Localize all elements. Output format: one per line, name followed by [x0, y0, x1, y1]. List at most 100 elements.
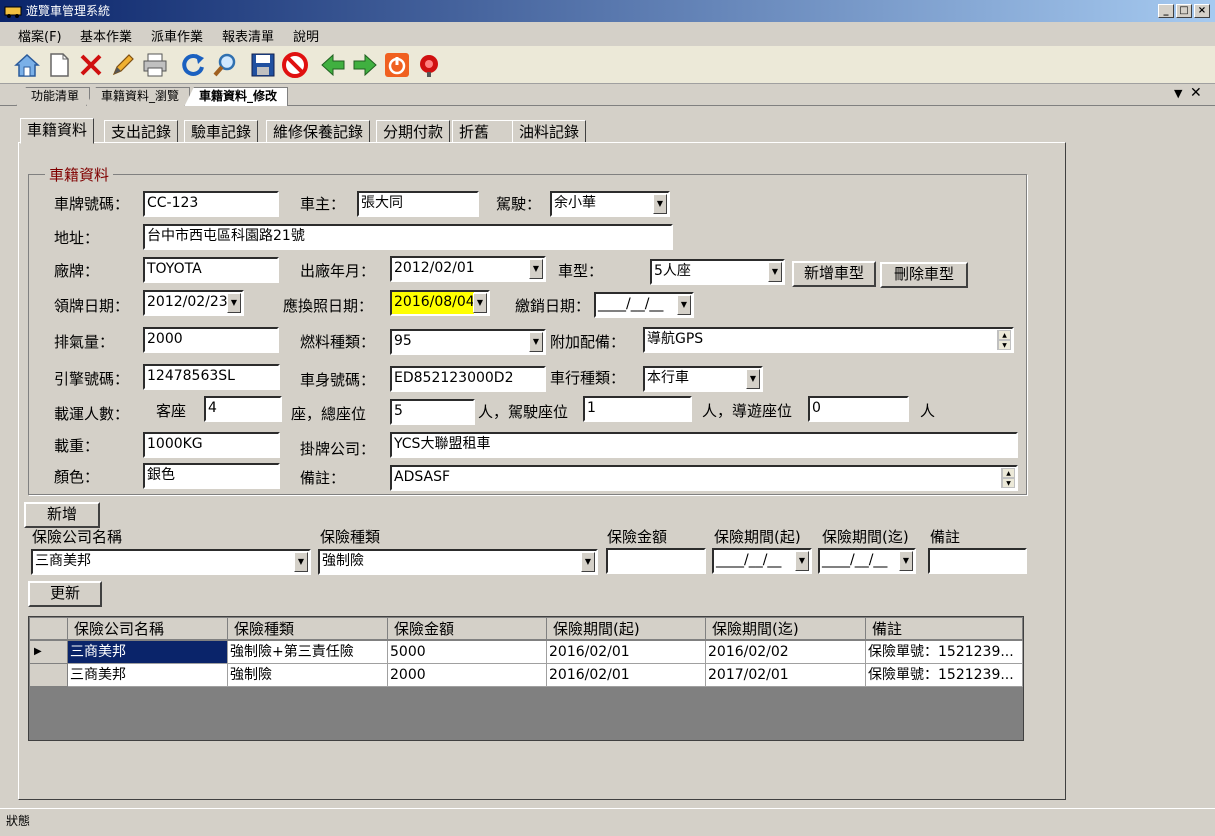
tab-dropdown-icon[interactable]: ▼ — [1174, 87, 1182, 100]
chevron-down-icon[interactable]: ▼ — [795, 551, 809, 571]
refresh-icon[interactable] — [178, 50, 208, 80]
driver-select[interactable]: 余小華 ▼ — [550, 191, 670, 217]
save-icon[interactable] — [248, 50, 278, 80]
column-header[interactable]: 保險期間(起) — [547, 618, 706, 640]
edit-pencil-icon[interactable] — [108, 50, 138, 80]
table-cell[interactable]: 保險單號：1521239... — [866, 664, 1023, 687]
company-type-select[interactable]: 本行車 ▼ — [643, 366, 763, 392]
search-icon[interactable] — [210, 50, 240, 80]
ins-memo-input[interactable] — [928, 548, 1027, 574]
print-icon[interactable] — [140, 50, 170, 80]
load-input[interactable]: 1000KG — [143, 432, 280, 458]
table-cell[interactable]: 5000 — [388, 641, 547, 664]
menu-help[interactable]: 說明 — [293, 26, 319, 45]
guest-seat-input[interactable]: 4 — [204, 396, 282, 422]
arrow-right-icon[interactable] — [350, 50, 380, 80]
table-cell[interactable]: 三商美邦 — [68, 641, 228, 664]
add-insurance-button[interactable]: 新增 — [24, 502, 100, 528]
ins-company-select[interactable]: 三商美邦 ▼ — [31, 549, 311, 575]
scroll-spinner[interactable]: ▲ ▼ — [997, 330, 1011, 350]
power-icon[interactable] — [382, 50, 412, 80]
tab-vehicle-data[interactable]: 車籍資料 — [20, 118, 95, 144]
plate-input[interactable]: CC-123 — [143, 191, 279, 217]
table-cell[interactable]: 2016/02/01 — [547, 664, 706, 687]
table-cell[interactable]: 強制險+第三責任險 — [228, 641, 388, 664]
menu-basic[interactable]: 基本作業 — [80, 26, 132, 45]
plate-company-input[interactable]: YCS大聯盟租車 — [390, 432, 1018, 458]
cancel-date-picker[interactable]: ____/__/__ ▼ — [594, 292, 694, 318]
license-date-picker[interactable]: 2012/02/23 ▼ — [143, 290, 244, 316]
arrow-left-icon[interactable] — [318, 50, 348, 80]
equipment-textarea[interactable]: 導航GPS ▲ ▼ — [643, 327, 1014, 353]
fuel-select[interactable]: 95 ▼ — [390, 329, 546, 355]
driver-seat-input[interactable]: 1 — [583, 396, 692, 422]
column-header[interactable]: 保險公司名稱 — [68, 618, 228, 640]
memo-textarea[interactable]: ADSASF ▲ ▼ — [390, 465, 1018, 491]
total-seat-input[interactable]: 5 — [390, 399, 475, 425]
ins-type-select[interactable]: 強制險 ▼ — [318, 549, 598, 575]
row-selector[interactable] — [30, 664, 68, 687]
ins-start-picker[interactable]: ____/__/__ ▼ — [712, 548, 812, 574]
chevron-down-icon[interactable]: ▼ — [746, 369, 760, 389]
tab-function-list[interactable]: 功能清單 — [16, 87, 91, 106]
color-input[interactable]: 銀色 — [143, 463, 280, 489]
delete-car-type-button[interactable]: 刪除車型 — [880, 262, 968, 288]
engine-input[interactable]: 12478563SL — [143, 364, 280, 390]
column-header[interactable]: 保險期間(迄) — [706, 618, 866, 640]
table-cell[interactable]: 2017/02/01 — [706, 664, 866, 687]
tab-depreciation[interactable]: 折舊 — [452, 120, 521, 144]
tab-installment[interactable]: 分期付款 — [376, 120, 451, 144]
chevron-down-icon[interactable]: ▼ — [227, 293, 241, 313]
chevron-down-icon[interactable]: ▼ — [529, 332, 543, 352]
address-input[interactable]: 台中市西屯區科園路21號 — [143, 224, 673, 250]
body-input[interactable]: ED852123000D2 — [390, 366, 546, 392]
new-document-icon[interactable] — [44, 50, 74, 80]
menu-file[interactable]: 檔案(F) — [18, 26, 62, 45]
displacement-input[interactable]: 2000 — [143, 327, 279, 353]
row-selector-icon[interactable]: ▶ — [30, 641, 68, 664]
scroll-spinner[interactable]: ▲ ▼ — [1001, 468, 1015, 488]
cancel-icon[interactable] — [280, 50, 310, 80]
menu-report[interactable]: 報表清單 — [222, 26, 274, 45]
chevron-down-icon[interactable]: ▼ — [899, 551, 913, 571]
tab-expense[interactable]: 支出記錄 — [104, 120, 179, 144]
tab-vehicle-edit[interactable]: 車籍資料_修改 — [184, 87, 289, 107]
menu-dispatch[interactable]: 派車作業 — [151, 26, 203, 45]
update-insurance-button[interactable]: 更新 — [28, 581, 102, 607]
tab-inspection[interactable]: 驗車記錄 — [184, 120, 259, 144]
chevron-down-icon[interactable]: ▼ — [529, 259, 543, 279]
add-car-type-button[interactable]: 新增車型 — [792, 261, 876, 287]
car-type-select[interactable]: 5人座 ▼ — [650, 259, 785, 285]
guide-seat-input[interactable]: 0 — [808, 396, 909, 422]
table-cell[interactable]: 2000 — [388, 664, 547, 687]
ins-amount-input[interactable] — [606, 548, 706, 574]
chevron-down-icon[interactable]: ▼ — [294, 552, 308, 572]
tab-vehicle-browse[interactable]: 車籍資料_瀏覽 — [86, 87, 191, 106]
owner-input[interactable]: 張大同 — [357, 191, 479, 217]
alarm-bell-icon[interactable] — [414, 50, 444, 80]
brand-input[interactable]: TOYOTA — [143, 257, 279, 283]
tab-fuel[interactable]: 油料記錄 — [512, 120, 587, 144]
table-cell[interactable]: 2016/02/02 — [706, 641, 866, 664]
table-cell[interactable]: 保險單號：1521239... — [866, 641, 1023, 664]
chevron-down-icon[interactable]: ▼ — [653, 194, 667, 214]
minimize-button[interactable]: _ — [1158, 4, 1174, 18]
chevron-down-icon[interactable]: ▼ — [677, 295, 691, 315]
delete-icon[interactable] — [76, 50, 106, 80]
home-icon[interactable] — [12, 50, 42, 80]
table-cell[interactable]: 三商美邦 — [68, 664, 228, 687]
chevron-down-icon[interactable]: ▼ — [473, 293, 487, 313]
column-header[interactable]: 保險金額 — [388, 618, 547, 640]
close-window-button[interactable]: × — [1194, 4, 1210, 18]
maximize-button[interactable]: □ — [1176, 4, 1192, 18]
table-cell[interactable]: 2016/02/01 — [547, 641, 706, 664]
chevron-down-icon[interactable]: ▼ — [768, 262, 782, 282]
table-cell[interactable]: 強制險 — [228, 664, 388, 687]
chevron-down-icon[interactable]: ▼ — [581, 552, 595, 572]
mfg-date-picker[interactable]: 2012/02/01 ▼ — [390, 256, 546, 282]
ins-end-picker[interactable]: ____/__/__ ▼ — [818, 548, 916, 574]
tab-close-icon[interactable]: ✕ — [1190, 85, 1202, 101]
column-header[interactable]: 保險種類 — [228, 618, 388, 640]
tab-maintenance[interactable]: 維修保養記錄 — [266, 120, 371, 144]
renew-date-picker[interactable]: 2016/08/04 ▼ — [390, 290, 490, 316]
